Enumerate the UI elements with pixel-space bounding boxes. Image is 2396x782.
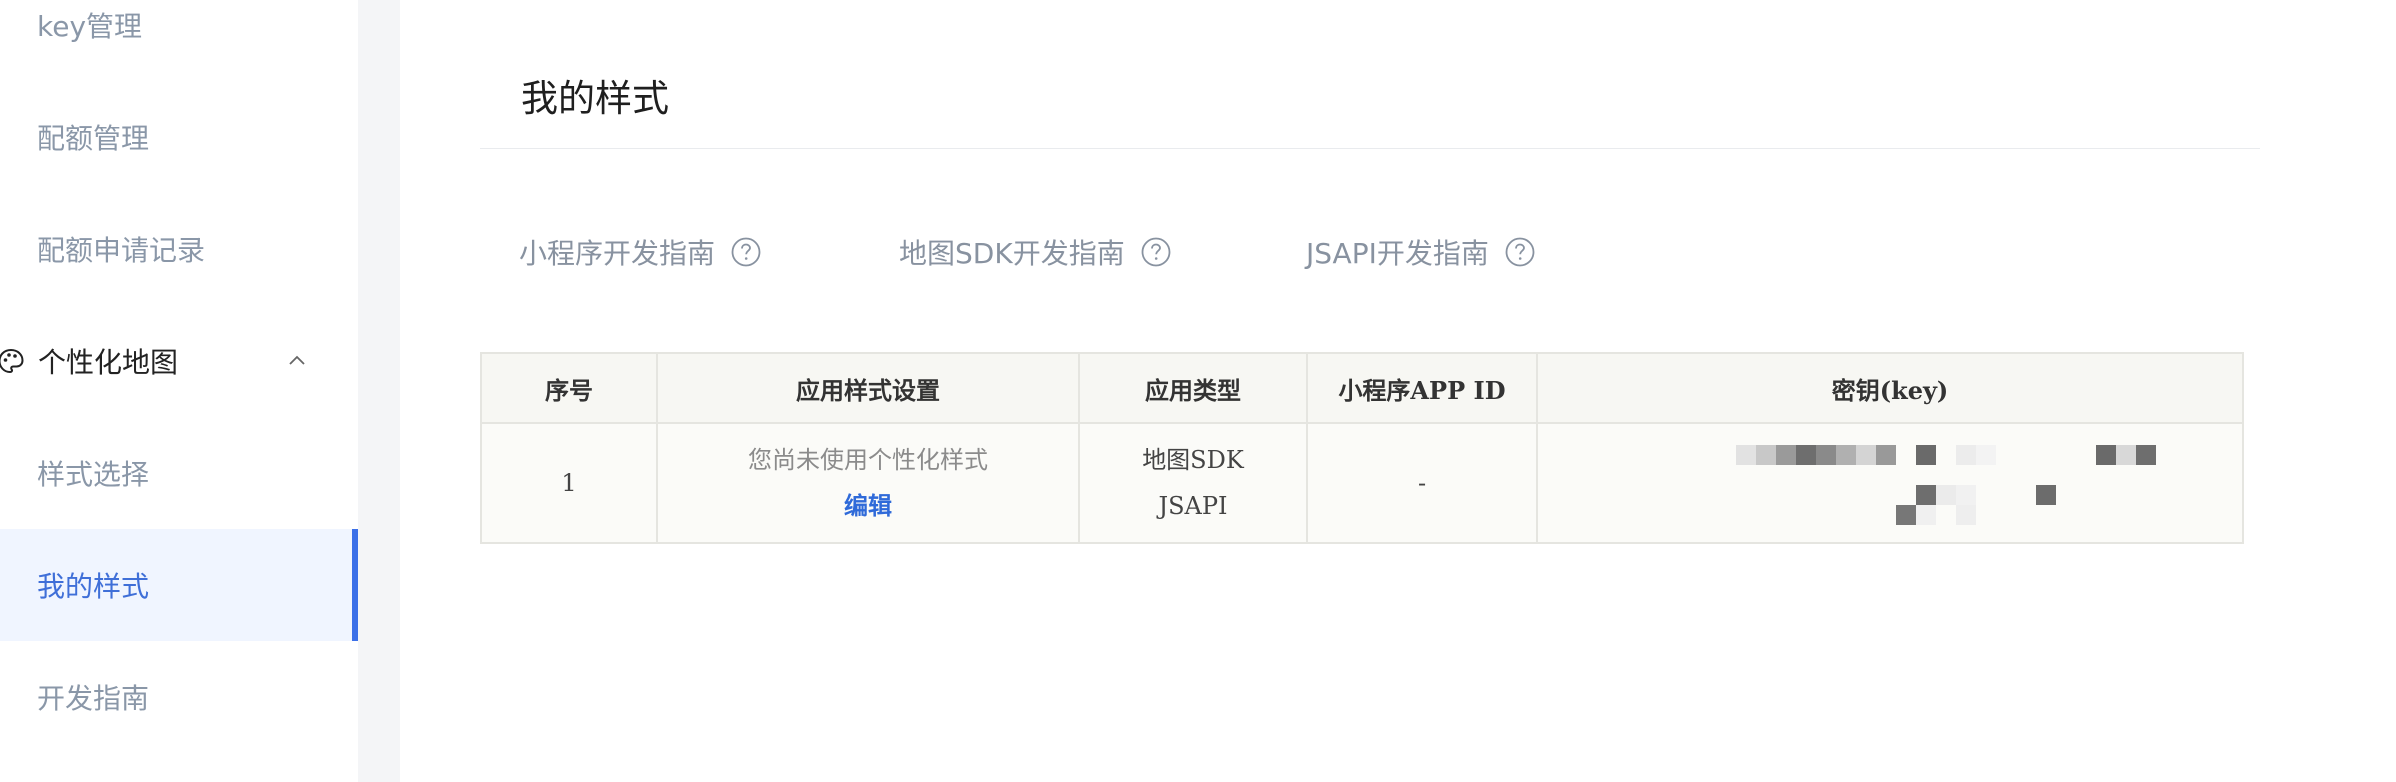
table-header-row: 序号 应用样式设置 应用类型 小程序APP ID 密钥(key) [480, 352, 2244, 424]
column-header-key: 密钥(key) [1536, 352, 2244, 424]
palette-icon [0, 348, 24, 374]
app-type-label: 地图SDK [1142, 446, 1244, 474]
sidebar-item-quota-application-records[interactable]: 配额申请记录 [0, 193, 358, 305]
sidebar-group-label: 个性化地图 [38, 346, 179, 379]
sidebar-item-quota-management[interactable]: 配额管理 [0, 81, 358, 193]
cell-style-settings: 您尚未使用个性化样式 编辑 [656, 422, 1080, 544]
column-header-style-settings: 应用样式设置 [656, 352, 1080, 424]
page-title: 我的样式 [521, 77, 669, 120]
guide-link-label: 小程序开发指南 [519, 237, 716, 270]
sidebar-gutter [358, 0, 400, 782]
cell-key [1536, 422, 2244, 544]
styles-table: 序号 应用样式设置 应用类型 小程序APP ID 密钥(key) 1 您尚未使用… [480, 352, 2244, 544]
sidebar-item-my-styles[interactable]: 我的样式 [0, 529, 358, 641]
column-header-mini-app-id: 小程序APP ID [1306, 352, 1538, 424]
app-root: key管理 配额管理 配额申请记录 个性化地图 样式选择 我的样式 开发指南 我… [0, 0, 2396, 782]
sidebar-item-style-selection[interactable]: 样式选择 [0, 417, 358, 529]
help-circle-icon[interactable] [1505, 237, 1535, 267]
guide-link-jsapi[interactable]: JSAPI开发指南 [1306, 232, 1535, 272]
sidebar-item-label: 配额管理 [37, 122, 150, 155]
cell-mini-app-id: - [1306, 422, 1538, 544]
sidebar-item-label: 样式选择 [37, 458, 150, 491]
guide-link-map-sdk[interactable]: 地图SDK开发指南 [899, 232, 1171, 272]
chevron-up-icon [289, 355, 305, 365]
sidebar-group-personalized-map[interactable]: 个性化地图 [0, 305, 358, 417]
sidebar-item-key-management[interactable]: key管理 [0, 0, 358, 81]
edit-style-link[interactable]: 编辑 [658, 483, 1078, 529]
cell-index: 1 [480, 422, 658, 544]
column-header-index: 序号 [480, 352, 658, 424]
sidebar-item-label: 我的样式 [37, 570, 150, 603]
column-header-app-type: 应用类型 [1078, 352, 1308, 424]
sidebar-item-dev-guide[interactable]: 开发指南 [0, 641, 358, 753]
guide-link-label: 地图SDK开发指南 [899, 237, 1125, 270]
cell-app-type: 地图SDK JSAPI [1078, 422, 1308, 544]
guide-link-mini-program[interactable]: 小程序开发指南 [519, 232, 761, 272]
table-row: 1 您尚未使用个性化样式 编辑 地图SDK JSAPI - [480, 422, 2244, 544]
sidebar-item-label: key管理 [37, 10, 143, 43]
title-divider [480, 148, 2260, 149]
sidebar-item-label: 配额申请记录 [37, 234, 206, 267]
style-status-text: 您尚未使用个性化样式 [748, 446, 988, 474]
redacted-key-mosaic [1538, 424, 2242, 542]
help-circle-icon[interactable] [1141, 237, 1171, 267]
guide-link-label: JSAPI开发指南 [1306, 237, 1489, 270]
sidebar-item-label: 开发指南 [37, 682, 150, 715]
help-circle-icon[interactable] [731, 237, 761, 267]
sidebar: key管理 配额管理 配额申请记录 个性化地图 样式选择 我的样式 开发指南 [0, 0, 358, 782]
app-type-label: JSAPI [1158, 492, 1228, 520]
